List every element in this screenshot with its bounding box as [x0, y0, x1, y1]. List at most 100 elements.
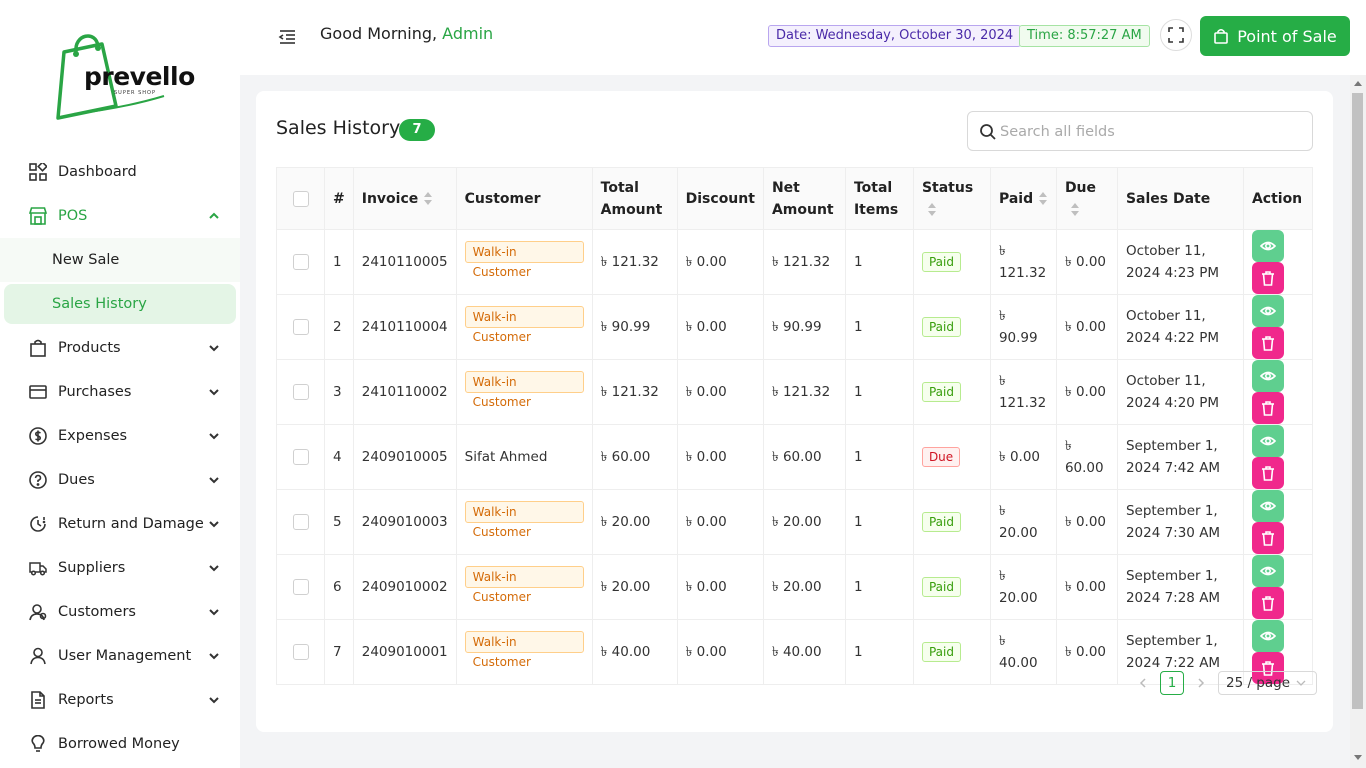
col-total-items: Total Items	[844, 167, 914, 230]
col-invoice[interactable]: Invoice	[352, 167, 457, 230]
fullscreen-button[interactable]	[1160, 19, 1192, 51]
delete-button[interactable]	[1251, 262, 1284, 294]
col-due[interactable]: Due	[1055, 167, 1118, 230]
invoice-cell: 2409010003	[352, 489, 457, 555]
sidebar-item-expenses[interactable]: Expenses	[0, 414, 240, 458]
prev-page-icon[interactable]	[1136, 676, 1150, 690]
view-button[interactable]	[1251, 555, 1284, 587]
sidebar-item-purchases[interactable]: Purchases	[0, 370, 240, 414]
delete-button[interactable]	[1251, 327, 1284, 359]
table-row: 3 2410110002 Walk-in Customer ৳ 121.32 ৳ 0.0…	[276, 359, 1314, 425]
invoice-cell: 2409010002	[352, 554, 457, 620]
select-all-header	[276, 167, 325, 230]
due-cell: ৳ 0.00	[1055, 619, 1118, 685]
sidebar-subitem-new-sale[interactable]: New Sale	[0, 238, 240, 282]
sidebar-item-customers[interactable]: Customers	[0, 590, 240, 634]
select-all-checkbox[interactable]	[292, 190, 309, 207]
discount-cell: ৳ 0.00	[676, 424, 764, 490]
sidebar-item-reports[interactable]: Reports	[0, 678, 240, 722]
view-button[interactable]	[1251, 230, 1284, 262]
next-page-icon[interactable]	[1194, 676, 1208, 690]
delete-button[interactable]	[1251, 522, 1284, 554]
paid-cell: ৳ 90.99	[989, 294, 1057, 360]
action-cell	[1242, 554, 1314, 620]
sidebar-item-products[interactable]: Products	[0, 326, 240, 370]
page-1-button[interactable]: 1	[1160, 671, 1184, 695]
sidebar-item-suppliers[interactable]: Suppliers	[0, 546, 240, 590]
scroll-down-arrow[interactable]	[1354, 755, 1362, 760]
row-number: 4	[324, 424, 354, 490]
point-of-sale-button[interactable]: Point of Sale	[1200, 16, 1350, 56]
top-header: Good Morning, Admin Date: Wednesday, Oct…	[240, 0, 1366, 75]
col-customer: Customer	[455, 167, 593, 230]
total-amount-cell: ৳ 60.00	[591, 424, 678, 490]
chevron-down-icon	[209, 389, 219, 396]
search-input[interactable]	[1000, 120, 1300, 144]
view-button[interactable]	[1251, 490, 1284, 522]
col-paid[interactable]: Paid	[989, 167, 1057, 230]
paid-cell: ৳ 40.00	[989, 619, 1057, 685]
sidebar-nav: Dashboard POS New Sale Sales History Pro…	[0, 150, 240, 766]
row-checkbox[interactable]	[292, 579, 309, 595]
customer-cell: Walk-in Customer	[455, 359, 593, 425]
row-checkbox[interactable]	[292, 514, 309, 530]
scroll-up-arrow[interactable]	[1354, 81, 1362, 86]
row-select-cell	[276, 294, 325, 360]
view-button[interactable]	[1251, 295, 1284, 327]
sidebar-subitem-sales-history[interactable]: Sales History	[4, 284, 236, 324]
sidebar-item-label: Dashboard	[58, 164, 137, 180]
search-box[interactable]	[967, 111, 1313, 151]
table-row: 6 2409010002 Walk-in Customer ৳ 20.00 ৳ 0.00…	[276, 554, 1314, 620]
chevron-down-icon	[209, 433, 219, 440]
row-checkbox[interactable]	[292, 254, 309, 270]
sidebar-item-dues[interactable]: Dues	[0, 458, 240, 502]
status-badge: Paid	[921, 252, 961, 272]
row-checkbox[interactable]	[292, 319, 309, 335]
net-amount-cell: ৳ 20.00	[762, 489, 846, 555]
count-badge: 7	[399, 119, 435, 141]
row-checkbox[interactable]	[292, 644, 309, 660]
brand-logo[interactable]: prevello SUPER SHOP	[54, 28, 195, 123]
view-button[interactable]	[1251, 620, 1284, 652]
sales-date-cell: September 1, 2024 7:30 AM	[1116, 489, 1244, 555]
col-net-amount: Net Amount	[762, 167, 846, 230]
delete-button[interactable]	[1251, 392, 1284, 424]
action-cell	[1242, 359, 1314, 425]
menu-fold-icon[interactable]	[278, 26, 298, 46]
page-size-select[interactable]: 25 / page	[1218, 671, 1317, 695]
scrollbar-thumb[interactable]	[1352, 93, 1363, 709]
status-cell: Paid	[912, 554, 991, 620]
sidebar-item-borrowed-money[interactable]: Borrowed Money	[0, 722, 240, 766]
sort-icon[interactable]	[1070, 202, 1079, 217]
customer-name: Sifat Ahmed	[464, 449, 548, 465]
bag-icon	[28, 338, 48, 358]
col-discount: Discount	[676, 167, 764, 230]
vertical-scrollbar[interactable]	[1350, 75, 1366, 768]
delete-button[interactable]	[1251, 587, 1284, 619]
sidebar-item-user-management[interactable]: User Management	[0, 634, 240, 678]
sort-icon[interactable]	[1039, 191, 1048, 206]
col-action: Action	[1242, 167, 1314, 230]
col-due-label: Due	[1064, 179, 1097, 196]
trash-icon	[1260, 530, 1276, 546]
total-items-cell: 1	[844, 359, 914, 425]
walkin-customer-tag: Walk-in Customer	[464, 501, 584, 539]
sales-date-cell: September 1, 2024 7:28 AM	[1116, 554, 1244, 620]
col-status[interactable]: Status	[912, 167, 991, 230]
view-button[interactable]	[1251, 425, 1284, 457]
sort-icon[interactable]	[424, 191, 433, 206]
row-checkbox[interactable]	[292, 449, 309, 465]
row-checkbox[interactable]	[292, 384, 309, 400]
net-amount-cell: ৳ 60.00	[762, 424, 846, 490]
sales-history-card: Sales History 7 # Invoice Customer Total…	[256, 91, 1333, 732]
sidebar-item-dashboard[interactable]: Dashboard	[0, 150, 240, 194]
total-items-cell: 1	[844, 489, 914, 555]
sidebar-item-label: Expenses	[58, 428, 128, 444]
view-button[interactable]	[1251, 360, 1284, 392]
sidebar-item-return-and-damage[interactable]: Return and Damage	[0, 502, 240, 546]
sort-icon[interactable]	[927, 202, 936, 217]
main-content: Sales History 7 # Invoice Customer Total…	[240, 75, 1350, 768]
sidebar-item-pos[interactable]: POS	[0, 194, 240, 238]
delete-button[interactable]	[1251, 457, 1284, 489]
invoice-cell: 2410110005	[352, 229, 457, 295]
